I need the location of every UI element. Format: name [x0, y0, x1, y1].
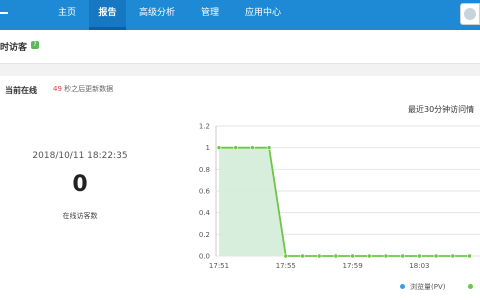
- data-point: [433, 253, 439, 259]
- y-tick-label: 1.2: [199, 123, 210, 131]
- data-point: [300, 253, 305, 259]
- data-point: [450, 253, 456, 259]
- data-point: [250, 145, 255, 150]
- menu-icon[interactable]: [0, 12, 8, 14]
- realtime-panel: 当前在线 49 秒之后更新数据 2018/10/11 18:22:35 0 在线…: [0, 76, 480, 300]
- page-header: 时访客 ?: [0, 30, 480, 64]
- data-point: [233, 145, 239, 150]
- y-tick-label: 0.4: [199, 209, 211, 217]
- x-tick-label: 18:03: [409, 262, 429, 270]
- online-visitor-count: 0: [72, 172, 88, 197]
- data-point: [216, 145, 222, 150]
- chart-title: 最近30分钟访问情: [408, 105, 475, 114]
- nav-item-report[interactable]: 报告: [89, 0, 126, 30]
- legend-second-dot: [468, 284, 473, 289]
- data-point: [467, 253, 472, 259]
- user-menu[interactable]: [460, 3, 480, 25]
- realtime-label: 当前在线: [5, 86, 37, 95]
- refresh-countdown: 49: [53, 85, 62, 93]
- refresh-note: 49 秒之后更新数据: [53, 84, 113, 94]
- data-point: [417, 253, 422, 259]
- y-tick-label: 1: [206, 144, 210, 152]
- data-point: [283, 253, 289, 259]
- x-tick-label: 17:59: [343, 262, 363, 270]
- legend-pv-label: 浏览量(PV): [410, 283, 446, 291]
- legend-pv-dot: [400, 284, 405, 289]
- data-point: [266, 145, 272, 150]
- current-timestamp: 2018/10/11 18:22:35: [32, 151, 128, 161]
- online-visitor-label: 在线访客数: [62, 212, 98, 220]
- data-point: [367, 253, 372, 259]
- nav-item-admin[interactable]: 管理: [192, 0, 228, 30]
- refresh-text: 秒之后更新数据: [61, 85, 114, 93]
- data-point: [333, 253, 339, 259]
- y-tick-label: 0.0: [199, 253, 210, 261]
- y-tick-label: 0.6: [199, 188, 211, 196]
- y-tick-label: 0.8: [199, 166, 210, 174]
- data-point: [350, 253, 355, 259]
- page-title: 时访客: [0, 43, 28, 53]
- nav-item-advanced-analysis[interactable]: 高级分析: [133, 0, 181, 30]
- series-area: [219, 147, 470, 256]
- top-navigation-bar: 主页 报告 高级分析 管理 应用中心: [0, 0, 480, 30]
- nav-item-home[interactable]: 主页: [48, 0, 86, 30]
- help-icon[interactable]: ?: [31, 41, 39, 49]
- data-point: [383, 253, 389, 259]
- data-point: [400, 253, 405, 259]
- avatar: [464, 8, 476, 20]
- x-tick-label: 17:51: [209, 262, 229, 270]
- data-point: [316, 253, 322, 259]
- visits-chart: 1.210.80.60.40.20.017:5117:5517:5918:031…: [199, 123, 480, 270]
- nav-item-app-center[interactable]: 应用中心: [237, 0, 289, 30]
- x-tick-label: 17:55: [276, 262, 296, 270]
- y-tick-label: 0.2: [199, 231, 210, 239]
